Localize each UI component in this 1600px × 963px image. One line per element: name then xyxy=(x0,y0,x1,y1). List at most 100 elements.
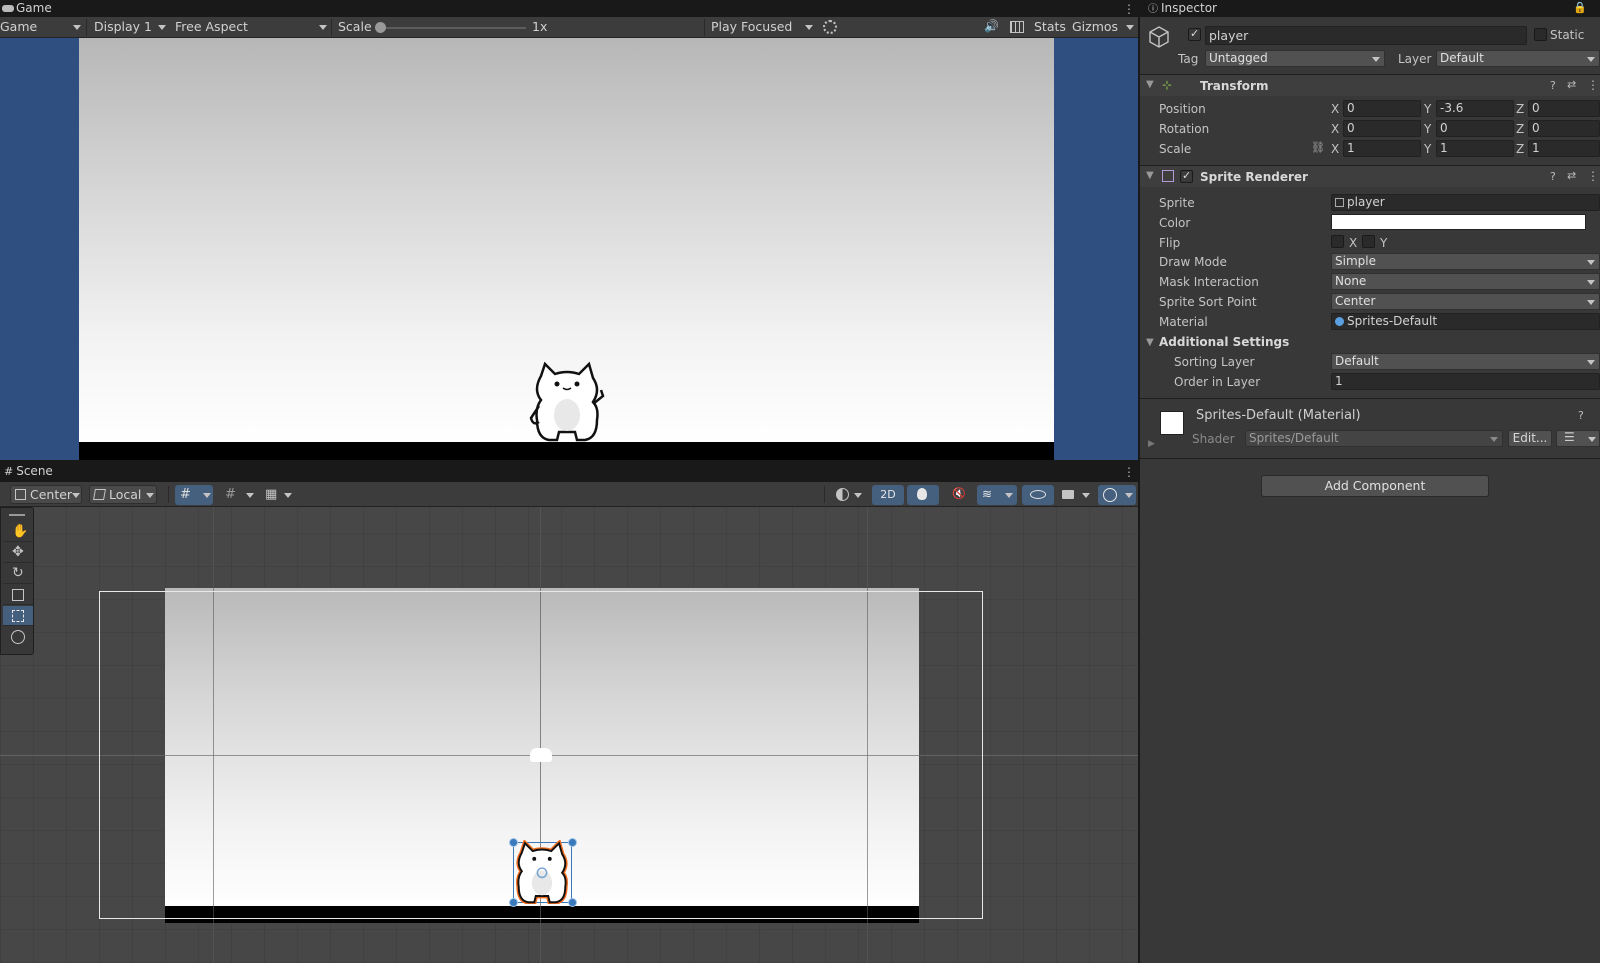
sprite-renderer-header[interactable]: ▼ ✓ Sprite Renderer ? ⇄ ⋮ xyxy=(1140,165,1600,187)
scale-tool[interactable] xyxy=(3,585,33,605)
transform-rotation-y-field[interactable]: 0 xyxy=(1436,120,1514,137)
drag-handle-icon[interactable] xyxy=(9,514,25,516)
shader-options-button[interactable]: ☰ xyxy=(1556,430,1600,447)
resize-handle[interactable] xyxy=(509,898,518,907)
scene-viewport[interactable]: ✋ ✥ ↻ xyxy=(0,507,1138,963)
2d-mode-button[interactable]: 2D xyxy=(872,485,904,505)
ground-strip xyxy=(79,442,1054,460)
move-tool[interactable]: ✥ xyxy=(3,543,33,563)
tab-inspector[interactable]: ⓘ Inspector xyxy=(1148,0,1238,17)
object-name-field[interactable]: player xyxy=(1205,26,1527,45)
game-mode-dropdown[interactable]: Game xyxy=(0,17,82,37)
lighting-toggle[interactable] xyxy=(907,485,939,505)
tab-game[interactable]: Game xyxy=(2,0,62,17)
sprite-object-field[interactable]: player xyxy=(1331,194,1600,211)
add-component-button[interactable]: Add Component xyxy=(1261,475,1489,497)
axis-y-label[interactable]: Y xyxy=(1424,122,1431,136)
mask-interaction-dropdown[interactable]: None xyxy=(1331,273,1600,290)
space-dropdown[interactable]: Local xyxy=(89,485,157,504)
selected-player-sprite[interactable] xyxy=(511,840,573,904)
grid-icon[interactable] xyxy=(1010,21,1024,33)
flip-label: Flip xyxy=(1159,236,1181,250)
layer-dropdown[interactable]: Default xyxy=(1436,50,1600,67)
constrain-proportions-icon[interactable]: ⛓ xyxy=(1311,141,1325,154)
presets-icon[interactable]: ⇄ xyxy=(1567,78,1576,91)
scene-visibility-toggle[interactable] xyxy=(1022,485,1054,505)
axis-z-label[interactable]: Z xyxy=(1516,122,1524,136)
color-swatch[interactable] xyxy=(1331,214,1586,230)
lock-icon[interactable]: 🔒 xyxy=(1573,1,1587,14)
stats-button[interactable]: Stats xyxy=(1034,17,1066,37)
resize-handle[interactable] xyxy=(509,838,518,847)
transform-position-x-field[interactable]: 0 xyxy=(1343,100,1421,117)
aspect-dropdown[interactable]: Free Aspect xyxy=(175,17,330,37)
additional-settings-label[interactable]: Additional Settings xyxy=(1159,335,1289,349)
grid-visibility-button[interactable]: ▦ xyxy=(262,485,296,505)
axis-x-label[interactable]: X xyxy=(1331,102,1339,116)
scale-slider-track[interactable] xyxy=(380,27,526,29)
increment-snap-button[interactable]: # xyxy=(220,485,258,505)
audio-toggle[interactable]: 🔇 xyxy=(943,485,973,505)
transform-tool[interactable] xyxy=(3,627,33,647)
active-checkbox[interactable]: ✓ xyxy=(1188,27,1201,41)
help-icon[interactable]: ? xyxy=(1550,170,1556,183)
transform-header[interactable]: ▼ ⊹ Transform ? ⇄ ⋮ xyxy=(1140,74,1600,96)
gizmos-scene-dropdown[interactable] xyxy=(1098,485,1136,505)
foldout-arrow-icon[interactable]: ▶ xyxy=(1148,439,1155,449)
bug-icon[interactable] xyxy=(823,20,837,34)
axis-x-label[interactable]: X xyxy=(1331,142,1339,156)
rect-tool[interactable] xyxy=(3,606,33,626)
material-object-field[interactable]: Sprites-Default xyxy=(1331,313,1600,330)
gizmos-dropdown[interactable]: Gizmos xyxy=(1072,17,1136,37)
sorting-layer-dropdown[interactable]: Default xyxy=(1331,353,1600,370)
static-checkbox[interactable] xyxy=(1534,28,1547,41)
tab-scene[interactable]: # Scene xyxy=(4,463,64,480)
axis-z-label[interactable]: Z xyxy=(1516,102,1524,116)
rotate-tool[interactable]: ↻ xyxy=(3,564,33,584)
draw-mode-dropdown[interactable]: Simple xyxy=(1331,253,1600,270)
scene-more-icon[interactable]: ⋮ xyxy=(1123,465,1135,479)
grid-snap-button[interactable]: # xyxy=(175,485,213,505)
help-icon[interactable]: ? xyxy=(1550,79,1556,92)
divider xyxy=(704,19,705,36)
display-dropdown[interactable]: Display 1 xyxy=(94,17,168,37)
scale-slider-handle[interactable] xyxy=(375,22,386,33)
edit-shader-button[interactable]: Edit... xyxy=(1508,430,1552,447)
sprite-sort-point-dropdown[interactable]: Center xyxy=(1331,293,1600,310)
play-mode-dropdown[interactable]: Play Focused xyxy=(711,17,815,37)
presets-icon[interactable]: ⇄ xyxy=(1567,169,1576,182)
camera-gizmo-icon[interactable] xyxy=(530,748,552,762)
game-more-icon[interactable]: ⋮ xyxy=(1123,2,1135,16)
speaker-icon[interactable]: 🔊 xyxy=(984,19,999,33)
transform-position-y-field[interactable]: -3.6 xyxy=(1436,100,1514,117)
order-in-layer-field[interactable]: 1 xyxy=(1331,373,1600,390)
axis-x-label[interactable]: X xyxy=(1331,122,1339,136)
transform-position-z-field[interactable]: 0 xyxy=(1528,100,1600,117)
effects-dropdown[interactable]: ≋ xyxy=(977,485,1017,505)
resize-handle[interactable] xyxy=(568,898,577,907)
axis-y-label[interactable]: Y xyxy=(1424,102,1431,116)
flip-y-checkbox[interactable] xyxy=(1362,235,1375,248)
chevron-down-icon xyxy=(1126,25,1134,30)
sprite-renderer-enabled-checkbox[interactable]: ✓ xyxy=(1180,169,1193,183)
transform-scale-z-field[interactable]: 1 xyxy=(1528,140,1600,157)
camera-dropdown[interactable] xyxy=(1058,485,1094,505)
tag-dropdown[interactable]: Untagged xyxy=(1205,50,1385,67)
axis-z-label[interactable]: Z xyxy=(1516,142,1524,156)
transform-scale-x-field[interactable]: 1 xyxy=(1343,140,1421,157)
foldout-arrow-icon[interactable]: ▼ xyxy=(1146,337,1154,348)
component-menu-icon[interactable]: ⋮ xyxy=(1587,169,1599,183)
shading-mode-button[interactable] xyxy=(832,485,866,505)
component-menu-icon[interactable]: ⋮ xyxy=(1587,78,1599,92)
pivot-dropdown[interactable]: Center xyxy=(10,485,82,504)
hand-tool[interactable]: ✋ xyxy=(3,522,33,542)
resize-handle[interactable] xyxy=(568,838,577,847)
transform-scale-y-field[interactable]: 1 xyxy=(1436,140,1514,157)
shader-dropdown[interactable]: Sprites/Default xyxy=(1245,430,1503,447)
flip-x-checkbox[interactable] xyxy=(1331,235,1344,248)
transform-rotation-z-field[interactable]: 0 xyxy=(1528,120,1600,137)
axis-y-label[interactable]: Y xyxy=(1424,142,1431,156)
game-viewport[interactable] xyxy=(0,38,1138,460)
help-icon[interactable]: ? xyxy=(1578,409,1584,422)
transform-rotation-x-field[interactable]: 0 xyxy=(1343,120,1421,137)
